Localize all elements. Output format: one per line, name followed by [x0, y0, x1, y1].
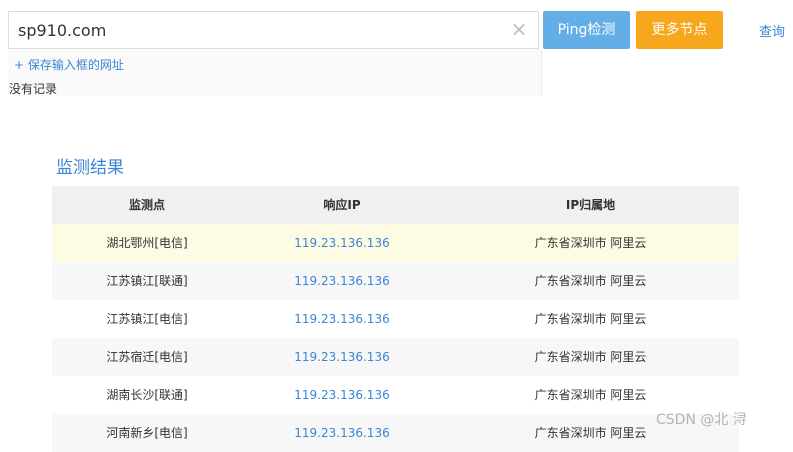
- header-location: IP归属地: [565, 198, 616, 212]
- node-cell: 江苏镇江[联通]: [106, 274, 188, 288]
- search-input[interactable]: [9, 12, 499, 48]
- table-row: 河南新乡[电信] 119.23.136.136 广东省深圳市 阿里云: [52, 414, 739, 452]
- ip-cell[interactable]: 119.23.136.136: [242, 338, 442, 376]
- ping-button[interactable]: Ping检测: [543, 11, 630, 49]
- ip-cell[interactable]: 119.23.136.136: [242, 262, 442, 300]
- results-table: 监测点 响应IP IP归属地 湖北鄂州[电信] 119.23.136.136 广…: [52, 186, 739, 452]
- node-cell: 河南新乡[电信]: [106, 426, 188, 440]
- node-cell: 湖北鄂州[电信]: [106, 236, 188, 250]
- table-row: 湖北鄂州[电信] 119.23.136.136 广东省深圳市 阿里云: [52, 224, 739, 262]
- ip-cell[interactable]: 119.23.136.136: [242, 224, 442, 262]
- search-box: ×: [8, 11, 539, 49]
- history-dropdown: + 保存输入框的网址 没有记录: [8, 49, 542, 96]
- save-url-link[interactable]: + 保存输入框的网址: [14, 56, 124, 73]
- location-cell: 广东省深圳市 阿里云: [534, 274, 647, 288]
- node-cell: 江苏宿迁[电信]: [106, 350, 188, 364]
- ip-cell[interactable]: 119.23.136.136: [242, 300, 442, 338]
- ip-cell[interactable]: 119.23.136.136: [242, 414, 442, 452]
- ip-cell[interactable]: 119.23.136.136: [242, 376, 442, 414]
- table-row: 江苏镇江[联通] 119.23.136.136 广东省深圳市 阿里云: [52, 262, 739, 300]
- location-cell: 广东省深圳市 阿里云: [534, 312, 647, 326]
- table-header: 监测点 响应IP IP归属地: [52, 186, 739, 224]
- clear-icon[interactable]: ×: [510, 19, 528, 39]
- results-title: 监测结果: [56, 158, 124, 178]
- header-ip: 响应IP: [323, 198, 361, 212]
- location-cell: 广东省深圳市 阿里云: [534, 236, 647, 250]
- location-cell: 广东省深圳市 阿里云: [534, 350, 647, 364]
- node-cell: 江苏镇江[电信]: [106, 312, 188, 326]
- query-link[interactable]: 查询: [759, 21, 785, 40]
- table-row: 湖南长沙[联通] 119.23.136.136 广东省深圳市 阿里云: [52, 376, 739, 414]
- header-node: 监测点: [128, 198, 165, 212]
- no-record-text: 没有记录: [9, 82, 58, 96]
- more-nodes-button[interactable]: 更多节点: [636, 11, 723, 49]
- table-row: 江苏镇江[电信] 119.23.136.136 广东省深圳市 阿里云: [52, 300, 739, 338]
- node-cell: 湖南长沙[联通]: [106, 388, 188, 402]
- watermark: CSDN @北 浔: [656, 412, 747, 428]
- table-row: 江苏宿迁[电信] 119.23.136.136 广东省深圳市 阿里云: [52, 338, 739, 376]
